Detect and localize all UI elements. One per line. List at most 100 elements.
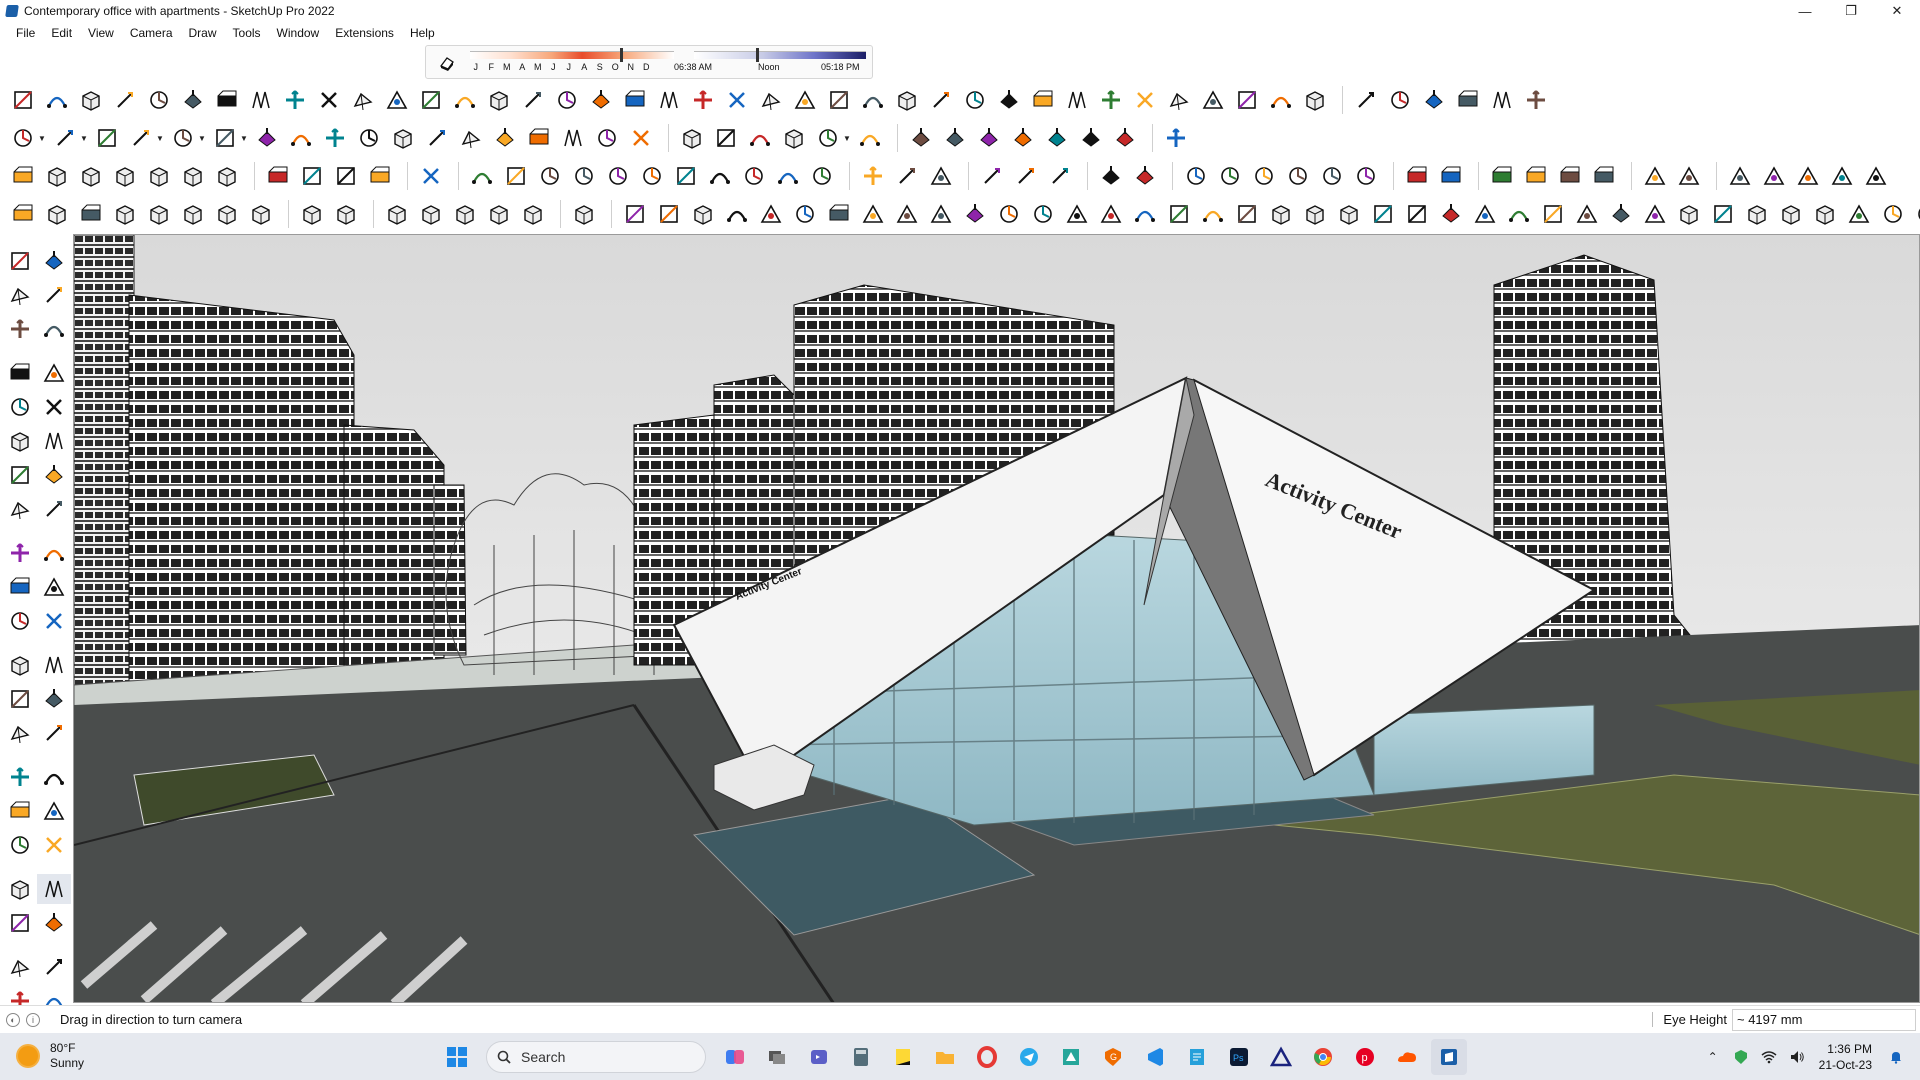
cube-brown-icon[interactable] xyxy=(1436,199,1466,229)
brick-tool-icon[interactable] xyxy=(1300,85,1330,115)
drape-tool-icon[interactable] xyxy=(314,85,344,115)
shield-icon[interactable] xyxy=(1727,1043,1755,1071)
brick-icon[interactable] xyxy=(1640,161,1670,191)
grid-2-icon[interactable] xyxy=(416,199,446,229)
curvizard-icon[interactable] xyxy=(892,85,922,115)
hidden-line-style-icon[interactable] xyxy=(331,161,361,191)
bezier-tool-icon[interactable] xyxy=(773,161,803,191)
intersect-icon[interactable] xyxy=(1042,123,1072,153)
grid-dots-icon[interactable] xyxy=(1912,199,1920,229)
pan-icon[interactable] xyxy=(37,762,71,792)
round-corner-icon[interactable] xyxy=(790,85,820,115)
time-slider[interactable] xyxy=(694,51,866,59)
shadow-toggle-icon[interactable] xyxy=(438,54,456,72)
roof-red-icon[interactable] xyxy=(1725,161,1755,191)
tree-icon[interactable] xyxy=(1674,199,1704,229)
dropdown-arrow-icon[interactable]: ▼ xyxy=(38,123,46,153)
solid-create-icon[interactable] xyxy=(8,199,38,229)
bend-tool-icon[interactable] xyxy=(552,85,582,115)
look-around-tool-icon[interactable] xyxy=(1249,161,1279,191)
styles-icon[interactable] xyxy=(813,123,843,153)
menu-file[interactable]: File xyxy=(8,22,43,44)
box-icon[interactable] xyxy=(960,199,990,229)
protractor-icon[interactable] xyxy=(3,684,37,714)
link-icon[interactable] xyxy=(994,199,1024,229)
fredo-scale-icon[interactable] xyxy=(688,85,718,115)
move-blue-icon[interactable] xyxy=(1402,199,1432,229)
rectangle-icon[interactable] xyxy=(3,392,37,422)
stairs-tool-icon[interactable] xyxy=(994,85,1024,115)
arc-orange-icon[interactable] xyxy=(824,199,854,229)
twist-tool-icon[interactable] xyxy=(586,85,616,115)
back-view-icon[interactable] xyxy=(178,161,208,191)
right-view-icon[interactable] xyxy=(144,161,174,191)
shape-bender-icon[interactable] xyxy=(620,85,650,115)
diamond-yellow-icon[interactable] xyxy=(688,199,718,229)
offset-tool-icon[interactable] xyxy=(76,85,106,115)
volume-icon[interactable] xyxy=(1783,1043,1811,1071)
menu-draw[interactable]: Draw xyxy=(181,22,225,44)
curviloft-tool-icon[interactable] xyxy=(654,85,684,115)
zoom-window-tool-icon[interactable] xyxy=(592,123,622,153)
union-icon[interactable] xyxy=(940,123,970,153)
octagon-tool-icon[interactable] xyxy=(603,161,633,191)
menu-edit[interactable]: Edit xyxy=(43,22,80,44)
left-view-icon[interactable] xyxy=(212,161,242,191)
rotated-rectangle-icon[interactable] xyxy=(37,392,71,422)
door-maker-icon[interactable] xyxy=(1130,85,1160,115)
push-pull-icon[interactable] xyxy=(37,538,71,568)
truss-tool-icon[interactable] xyxy=(1232,85,1262,115)
xray-style-icon[interactable] xyxy=(263,161,293,191)
yellow-box-icon[interactable] xyxy=(1742,199,1772,229)
house-outline-icon[interactable] xyxy=(1487,85,1517,115)
previous-view-icon[interactable] xyxy=(37,830,71,860)
thru-paint-icon[interactable] xyxy=(824,85,854,115)
1001bit-tool-icon[interactable] xyxy=(1028,85,1058,115)
scene-2-icon[interactable] xyxy=(1436,161,1466,191)
paint-tool-icon[interactable] xyxy=(1130,161,1160,191)
warehouse-icon[interactable] xyxy=(3,952,37,982)
rotate-icon[interactable] xyxy=(3,572,37,602)
axis-2-tool-icon[interactable] xyxy=(1011,161,1041,191)
select-tool-icon[interactable] xyxy=(50,123,80,153)
add-detail-tool-icon[interactable] xyxy=(348,85,378,115)
spline-icon[interactable] xyxy=(1062,199,1092,229)
3d-warehouse-icon[interactable] xyxy=(677,123,707,153)
magnet-icon[interactable] xyxy=(1470,199,1500,229)
layers-icon[interactable] xyxy=(711,123,741,153)
notepad-icon[interactable] xyxy=(1179,1039,1215,1075)
offset-icon[interactable] xyxy=(37,606,71,636)
warehouse-icon[interactable] xyxy=(1351,85,1381,115)
refresh-yellow-icon[interactable] xyxy=(1334,199,1364,229)
pie-icon[interactable] xyxy=(3,494,37,524)
file-explorer-icon[interactable] xyxy=(927,1039,963,1075)
stamp-red-icon[interactable] xyxy=(1827,161,1857,191)
ellipse-tool-icon[interactable] xyxy=(637,161,667,191)
line-icon[interactable] xyxy=(3,358,37,388)
loft-tool-icon[interactable] xyxy=(484,85,514,115)
copilot-icon[interactable] xyxy=(717,1039,753,1075)
teams-icon[interactable] xyxy=(801,1039,837,1075)
bricks-red-icon[interactable] xyxy=(1674,161,1704,191)
photoshop-icon[interactable]: Ps xyxy=(1221,1039,1257,1075)
diamond-green-icon[interactable] xyxy=(722,199,752,229)
paint-bucket-icon[interactable] xyxy=(3,280,37,310)
freehand-icon[interactable] xyxy=(37,358,71,388)
menu-camera[interactable]: Camera xyxy=(122,22,181,44)
maximize-button[interactable]: ❐ xyxy=(1828,0,1874,22)
sphere-icon[interactable] xyxy=(246,199,276,229)
window-2-icon[interactable] xyxy=(1521,161,1551,191)
menu-view[interactable]: View xyxy=(80,22,122,44)
sign-icon[interactable] xyxy=(1861,161,1891,191)
info-icon[interactable]: i xyxy=(26,1012,40,1027)
chevron-up-icon[interactable]: ⌃ xyxy=(1699,1043,1727,1071)
taskbar-search-box[interactable]: Search xyxy=(486,1041,706,1073)
box-red-icon[interactable] xyxy=(1572,199,1602,229)
grid-red-icon[interactable] xyxy=(892,199,922,229)
rectangle-tool-icon[interactable] xyxy=(210,123,240,153)
zoom-icon[interactable] xyxy=(3,796,37,826)
task-view-icon[interactable] xyxy=(759,1039,795,1075)
camera-position-icon[interactable] xyxy=(8,161,38,191)
extension-icon[interactable] xyxy=(37,952,71,982)
hand-icon[interactable] xyxy=(569,199,599,229)
